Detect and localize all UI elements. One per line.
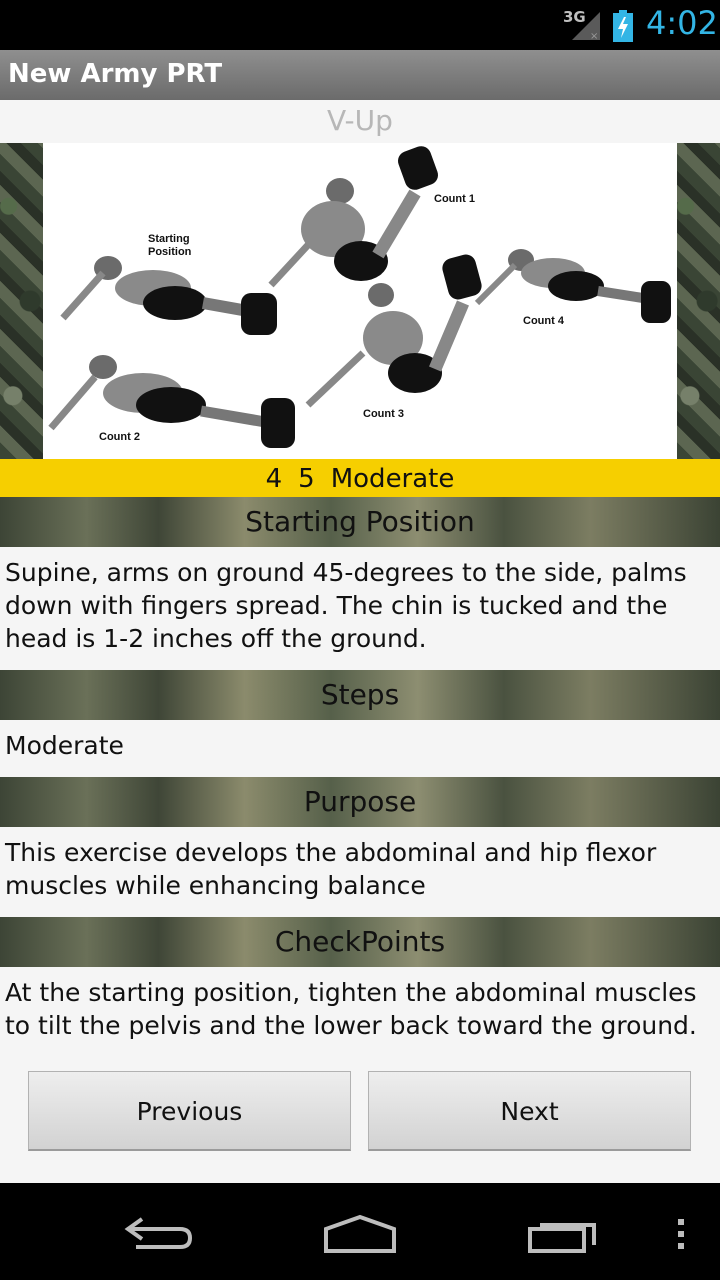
exercise-title: V-Up [327, 104, 393, 137]
label-starting-position: Starting Position [148, 233, 192, 258]
section-text-checkpoints: At the starting position, tighten the ab… [5, 978, 697, 1040]
clock: 4:02 [646, 4, 718, 42]
label-count3: Count 3 [363, 408, 404, 420]
section-text-starting-position: Supine, arms on ground 45-degrees to the… [5, 558, 687, 653]
rating-value-a: 4 [265, 464, 283, 494]
section-header-steps: Steps [0, 670, 720, 720]
content-area[interactable]: V-Up Starting Position Count 1 Count 4 C… [0, 100, 720, 1183]
figure-count4 [474, 249, 671, 323]
camo-border-left [0, 143, 43, 459]
section-text-purpose: This exercise develops the abdominal and… [5, 838, 657, 900]
camo-border-right [677, 143, 720, 459]
signal-icon: × [572, 12, 600, 42]
rating-level: Moderate [330, 464, 455, 494]
section-header-starting-position: Starting Position [0, 497, 720, 547]
label-count4: Count 4 [523, 315, 564, 327]
section-header-purpose: Purpose [0, 777, 720, 827]
figure-count3 [305, 254, 482, 408]
exercise-illustration: Starting Position Count 1 Count 4 Count … [43, 143, 677, 459]
status-bar: 3G × 4:02 [0, 0, 720, 50]
section-header-checkpoints: CheckPoints [0, 917, 720, 967]
recent-apps-icon[interactable] [526, 1217, 598, 1255]
figure-count2 [48, 355, 295, 448]
exercise-figures [48, 146, 671, 448]
label-count1: Count 1 [434, 193, 475, 205]
figure-count1 [268, 146, 438, 288]
app-title: New Army PRT [8, 59, 223, 89]
previous-button[interactable]: Previous [28, 1071, 351, 1151]
navigation-bar [0, 1183, 720, 1280]
rating-value-b: 5 [298, 464, 315, 494]
home-icon[interactable] [322, 1213, 398, 1255]
section-text-steps: Moderate [5, 731, 124, 760]
back-icon[interactable] [124, 1213, 196, 1253]
next-button[interactable]: Next [368, 1071, 691, 1151]
battery-charging-icon [613, 10, 633, 42]
figure-starting [60, 256, 277, 335]
action-bar: New Army PRT [0, 50, 720, 100]
overflow-menu-icon[interactable] [674, 1217, 688, 1251]
svg-text:×: × [590, 31, 598, 42]
label-count2: Count 2 [99, 431, 140, 443]
rating-bar: 4 5 Moderate [0, 459, 720, 497]
